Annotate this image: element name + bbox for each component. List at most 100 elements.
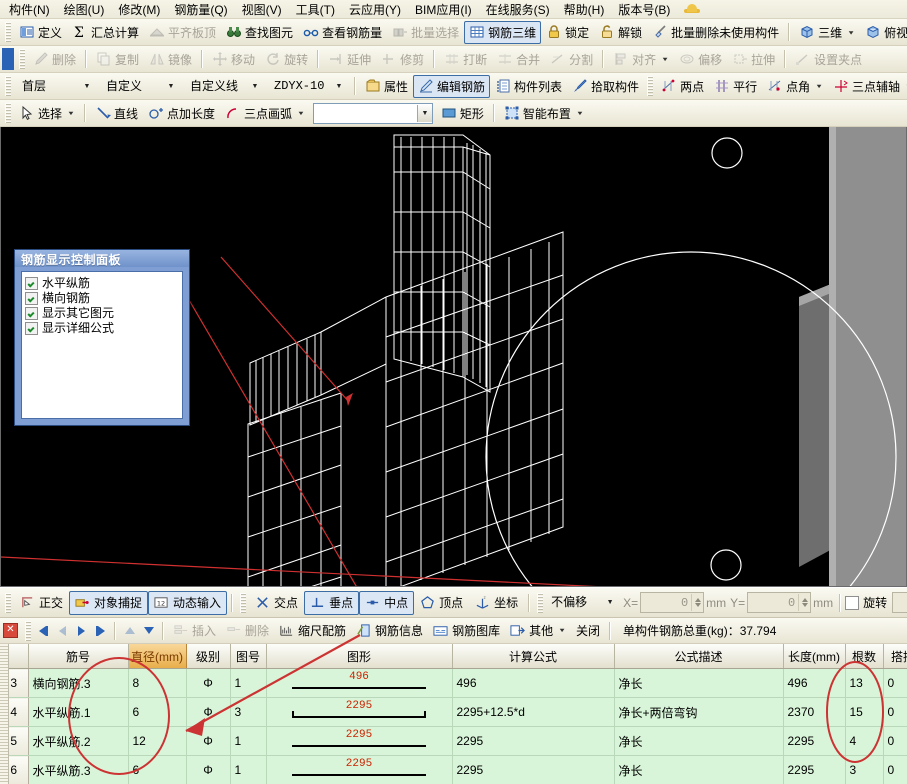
coordinate-snap-toggle[interactable]: z 坐标 (469, 591, 524, 615)
rotate-input[interactable]: 0.000 (892, 592, 907, 613)
cell-description[interactable]: 净长+两倍弯钩 (614, 698, 783, 727)
rebar-library-button[interactable]: 钢筋图库 (428, 619, 505, 642)
perpendicular-snap-toggle[interactable]: 垂点 (304, 591, 359, 615)
component-list-button[interactable]: 构件列表 (490, 75, 567, 98)
floor-select[interactable]: 首层 ▼ (17, 76, 95, 97)
col-header-figure-no[interactable]: 图号 (230, 644, 266, 669)
chevron-down-icon-name[interactable]: ▼ (332, 78, 346, 95)
unlock-button[interactable]: 解锁 (594, 21, 647, 44)
align-button[interactable]: 对齐 ▼ (608, 48, 674, 71)
checkbox-transverse-rebar[interactable] (25, 292, 38, 305)
move-down-button[interactable] (139, 621, 158, 641)
cell-figure-no[interactable]: 3 (230, 698, 266, 727)
toolbar-grip[interactable] (5, 22, 11, 42)
stretch-button[interactable]: 拉伸 (727, 48, 780, 71)
col-header-description[interactable]: 公式描述 (614, 644, 783, 669)
move-button[interactable]: 移动 (207, 48, 260, 71)
view-3d-button[interactable]: 三维 ▼ (794, 21, 860, 44)
chevron-down-icon-offset[interactable]: ▼ (603, 594, 617, 611)
cell-length[interactable]: 2370 (783, 698, 845, 727)
cell-name[interactable]: 水平纵筋.3 (28, 756, 128, 784)
cell-shape[interactable]: 496 (266, 669, 452, 698)
x-input[interactable]: 0 (640, 592, 704, 613)
chevron-down-icon-7[interactable]: ▼ (297, 110, 305, 116)
offset-button[interactable]: 偏移 (674, 48, 727, 71)
last-record-button[interactable] (91, 621, 110, 641)
cell-figure-no[interactable]: 1 (230, 669, 266, 698)
break-button[interactable]: 打断 (439, 48, 492, 71)
midpoint-snap-toggle[interactable]: 中点 (359, 591, 414, 615)
dynamic-input-toggle[interactable]: 12 动态输入 (148, 591, 227, 615)
merge-button[interactable]: 合并 (492, 48, 545, 71)
rotate-checkbox[interactable] (845, 596, 859, 610)
col-header-length[interactable]: 长度(mm) (783, 644, 845, 669)
prev-record-button[interactable] (53, 621, 72, 641)
menu-item-rebar-qty[interactable]: 钢筋量(Q) (167, 2, 234, 18)
cell-grade[interactable]: Φ (186, 756, 230, 784)
cell-description[interactable]: 净长 (614, 669, 783, 698)
mirror-button[interactable]: 镜像 (144, 48, 197, 71)
cell-formula[interactable]: 496 (452, 669, 614, 698)
component-type-select[interactable]: 自定义 ▼ (101, 76, 179, 97)
checkbox-row-horizontal-longitudinal[interactable]: 水平纵筋 (25, 276, 179, 291)
col-header-shape[interactable]: 图形 (266, 644, 452, 669)
cell-lap[interactable]: 0 (883, 727, 907, 756)
checkbox-show-detailed-formula[interactable] (25, 322, 38, 335)
two-point-axis-button[interactable]: 两点 (656, 75, 709, 98)
offset-mode-select[interactable]: 不偏移 ▼ (546, 592, 618, 613)
scale-rebar-button[interactable]: 缩尺配筋 (274, 619, 351, 642)
table-row[interactable]: 6 水平纵筋.3 6 Φ 1 2295 2295 净长 2295 3 0 (0, 756, 907, 784)
parallel-axis-button[interactable]: 平行 (709, 75, 762, 98)
col-header-formula[interactable]: 计算公式 (452, 644, 614, 669)
object-snap-toggle[interactable]: 对象捕捉 (69, 591, 148, 615)
component-name-select[interactable]: ZDYX-10 ▼ (269, 76, 347, 97)
checkbox-row-show-detailed-formula[interactable]: 显示详细公式 (25, 321, 179, 336)
cell-lap[interactable]: 0 (883, 756, 907, 784)
cell-formula[interactable]: 2295 (452, 756, 614, 784)
cell-count[interactable]: 13 (845, 669, 883, 698)
cell-formula[interactable]: 2295 (452, 727, 614, 756)
modify-toolbar-grip[interactable] (19, 49, 25, 69)
menu-item-tools[interactable]: 工具(T) (289, 2, 342, 18)
cell-diameter[interactable]: 6 (128, 698, 186, 727)
rebar-info-button[interactable]: 钢筋信息 (351, 619, 428, 642)
component-toolbar-grip[interactable] (5, 76, 11, 96)
cell-name[interactable]: 横向钢筋.3 (28, 669, 128, 698)
col-header-diameter[interactable]: 直径(mm) (128, 644, 186, 669)
summary-calc-button[interactable]: Σ 汇总计算 (67, 21, 144, 44)
vertex-snap-toggle[interactable]: 顶点 (414, 591, 469, 615)
properties-button[interactable]: 属性 (360, 75, 413, 98)
cell-formula[interactable]: 2295+12.5*d (452, 698, 614, 727)
batch-delete-unused-button[interactable]: 批量删除未使用构件 (647, 21, 784, 44)
chevron-down-icon-6[interactable]: ▼ (67, 110, 75, 116)
chevron-down-icon-3[interactable]: ▼ (661, 56, 669, 62)
offset-grip[interactable] (537, 593, 543, 613)
menu-item-help[interactable]: 帮助(H) (557, 2, 612, 18)
cell-length[interactable]: 2295 (783, 756, 845, 784)
draw-toolbar-grip[interactable] (5, 103, 11, 123)
cell-shape[interactable]: 2295 (266, 698, 452, 727)
checkbox-show-other-elements[interactable] (25, 307, 38, 320)
cell-figure-no[interactable]: 1 (230, 727, 266, 756)
cell-description[interactable]: 净长 (614, 727, 783, 756)
col-header-lap[interactable]: 搭接 (883, 644, 907, 669)
move-up-button[interactable] (120, 621, 139, 641)
cell-description[interactable]: 净长 (614, 756, 783, 784)
copy-button[interactable]: 复制 (91, 48, 144, 71)
draw-style-select[interactable]: ▼ (313, 103, 433, 124)
find-element-button[interactable]: 查找图元 (221, 21, 298, 44)
cell-name[interactable]: 水平纵筋.2 (28, 727, 128, 756)
menu-item-online[interactable]: 在线服务(S) (479, 2, 557, 18)
smart-layout-button[interactable]: 智能布置 ▼ (499, 102, 589, 125)
other-button[interactable]: 其他 ▼ (505, 619, 571, 642)
table-toolbar-grip[interactable] (25, 621, 31, 641)
close-table-button[interactable]: 关闭 (571, 619, 605, 642)
component-kind-select[interactable]: 自定义线 ▼ (185, 76, 263, 97)
extend-button[interactable]: 延伸 (323, 48, 376, 71)
table-row[interactable]: 4 水平纵筋.1 6 Ф 3 2295 2295+12.5*d 净长+两倍弯钩 … (0, 698, 907, 727)
cell-grade[interactable]: Φ (186, 669, 230, 698)
cell-count[interactable]: 3 (845, 756, 883, 784)
snap2-grip[interactable] (240, 593, 246, 613)
chevron-down-icon[interactable]: ▼ (847, 29, 855, 35)
checkbox-horizontal-longitudinal[interactable] (25, 277, 38, 290)
